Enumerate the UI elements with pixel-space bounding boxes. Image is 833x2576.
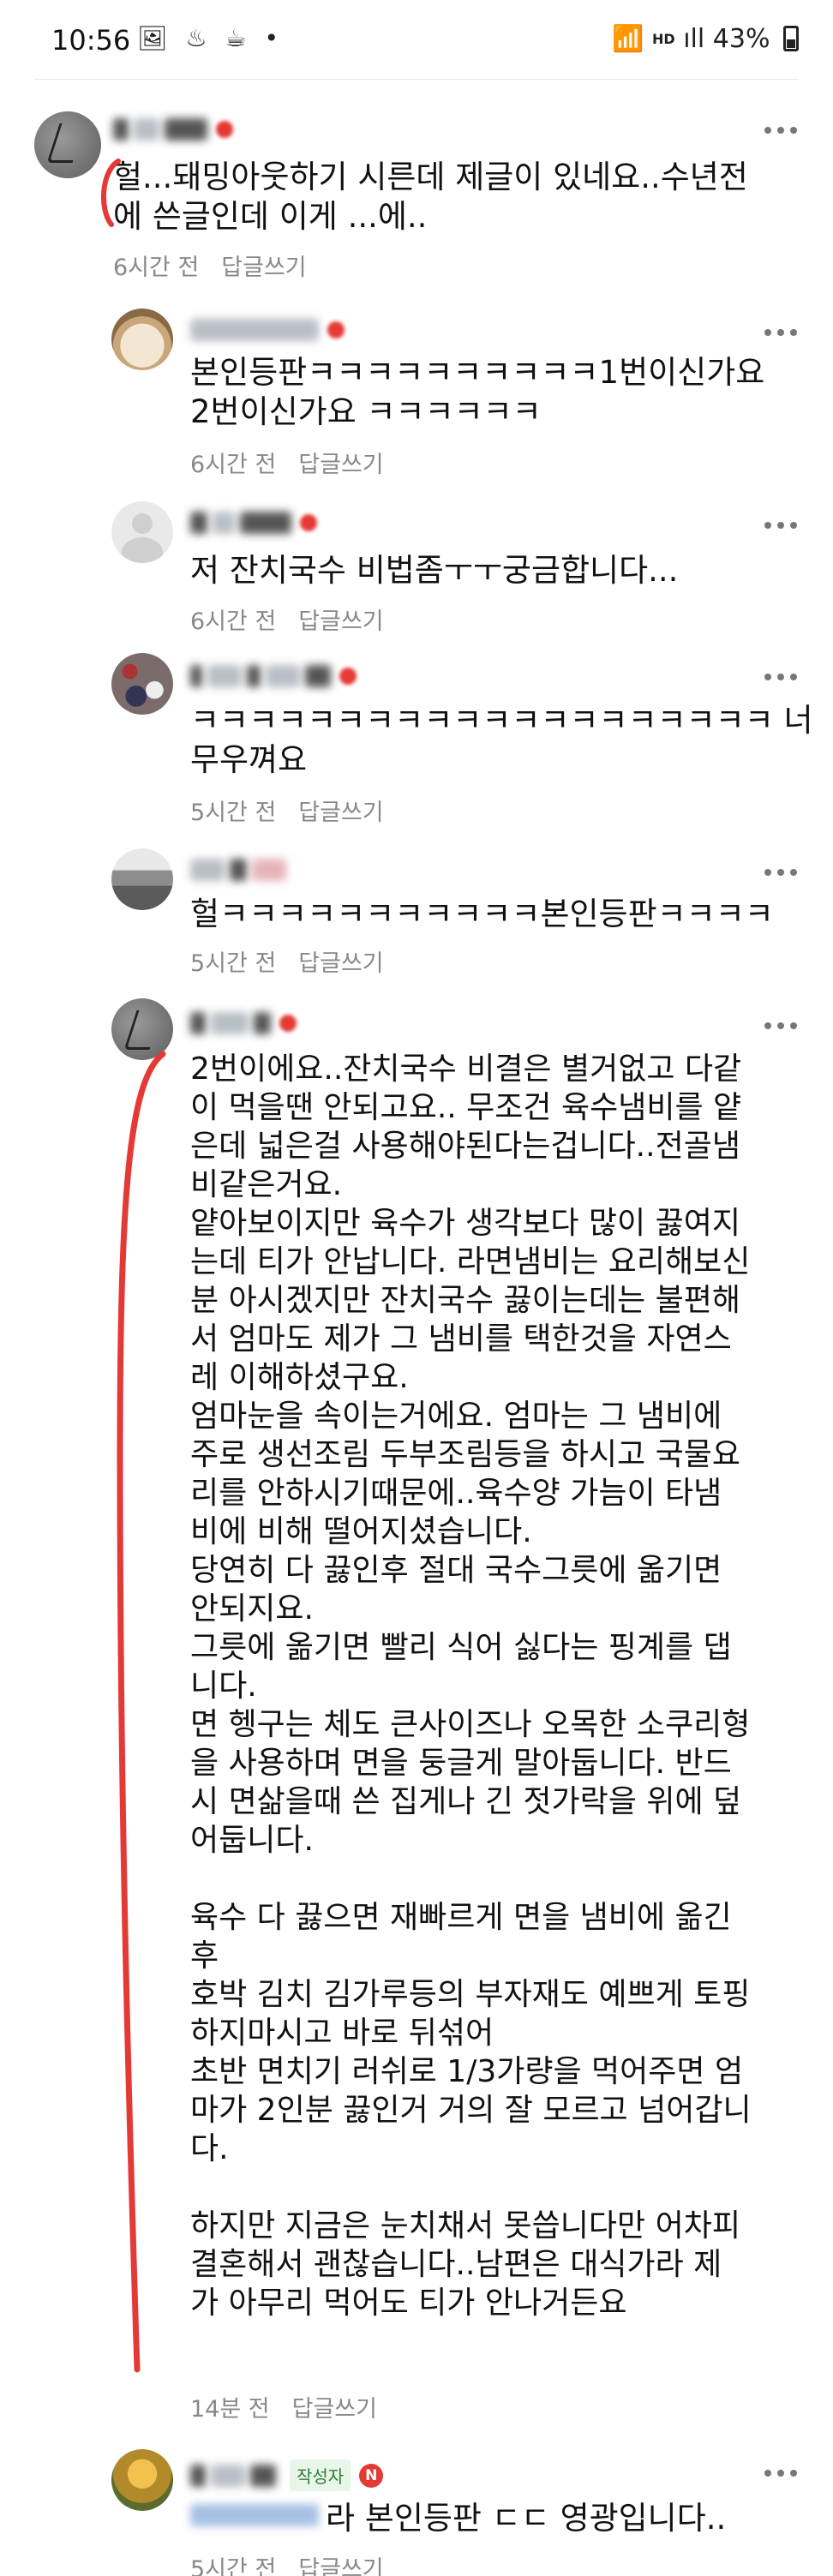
comment-meta: 14분 전 답글쓰기 [190, 2390, 377, 2423]
new-badge: N [359, 2463, 384, 2488]
author-name[interactable] [190, 859, 291, 888]
comment-text: 헐...돼밍아웃하기 시른데 제글이 있네요..수년전 에 쓴글인데 이게 ..… [113, 159, 748, 235]
notification-icons: 🖼 ♨ ☕ • [137, 24, 284, 52]
battery-icon [783, 26, 799, 51]
comment-text: 본인등판ㅋㅋㅋㅋㅋㅋㅋㅋㅋㅋ1번이신가요 2번이신가요 ㅋㅋㅋㅋㅋㅋ [190, 354, 765, 430]
comment-item: 본인등판ㅋㅋㅋㅋㅋㅋㅋㅋㅋㅋ1번이신가요 2번이신가요 ㅋㅋㅋㅋㅋㅋ 6시간 전… [0, 309, 833, 480]
comment-item: 2번이에요..잔치국수 비결은 별거없고 다같 이 먹을땐 안되고요.. 무조건… [0, 998, 833, 2423]
status-dot-icon [216, 121, 233, 138]
more-options-icon[interactable] [764, 668, 799, 686]
avatar[interactable] [34, 111, 101, 178]
avatar[interactable] [111, 848, 173, 910]
reply-button[interactable]: 답글쓰기 [298, 2556, 383, 2576]
author-name[interactable] [190, 512, 317, 541]
comment-time: 5시간 전 [190, 950, 277, 977]
avatar[interactable] [111, 653, 173, 715]
reply-button[interactable]: 답글쓰기 [298, 608, 383, 635]
more-options-icon[interactable] [764, 122, 799, 139]
comment-text: ㅋㅋㅋㅋㅋㅋㅋㅋㅋㅋㅋㅋㅋㅋㅋㅋㅋㅋㅋㅋ 너 무우껴요 [190, 702, 813, 778]
author-name[interactable] [190, 319, 345, 348]
comment-meta: 6시간 전 답글쓰기 [190, 446, 384, 479]
author-name[interactable] [190, 1012, 297, 1041]
comment-time: 6시간 전 [113, 255, 200, 281]
comment-time: 5시간 전 [190, 800, 277, 826]
comment-time: 6시간 전 [190, 608, 277, 635]
status-bar: 10:56 🖼 ♨ ☕ • 📶 HD ıll 43% [0, 0, 833, 77]
reply-button[interactable]: 답글쓰기 [298, 950, 383, 977]
more-options-icon[interactable] [764, 1017, 799, 1034]
status-dot-icon [279, 1015, 297, 1032]
comment-meta: 6시간 전 답글쓰기 [113, 249, 307, 282]
reply-button[interactable]: 답글쓰기 [221, 255, 306, 281]
comment-meta: 6시간 전 답글쓰기 [190, 602, 384, 636]
more-options-icon[interactable] [764, 2465, 799, 2482]
avatar[interactable] [111, 998, 173, 1060]
mention-tag[interactable] [190, 2504, 324, 2526]
more-options-icon[interactable] [764, 864, 799, 881]
author-name[interactable] [113, 118, 233, 147]
comment-item: 작성자 N 라 본인등판 ㄷㄷ 영광입니다.. 5시간 전 답글쓰기 [0, 2449, 833, 2576]
wifi-icon: 📶 [612, 24, 644, 54]
avatar-sketch [123, 1010, 163, 1050]
comment-meta: 5시간 전 답글쓰기 [190, 944, 384, 978]
more-options-icon[interactable] [764, 324, 799, 341]
hd-voice-icon: HD [651, 31, 675, 47]
status-dot-icon [327, 321, 345, 338]
author-name[interactable]: 작성자 N [190, 2459, 384, 2491]
comment-text: 헐ㅋㅋㅋㅋㅋㅋㅋㅋㅋㅋㅋ본인등판ㅋㅋㅋㅋ [190, 896, 774, 932]
system-status: 📶 HD ıll 43% [612, 24, 799, 54]
status-dot-icon [339, 668, 357, 685]
comment-meta: 5시간 전 답글쓰기 [190, 2550, 384, 2576]
comment-item: 헐...돼밍아웃하기 시른데 제글이 있네요..수년전 에 쓴글인데 이게 ..… [0, 105, 833, 293]
comment-item: 헐ㅋㅋㅋㅋㅋㅋㅋㅋㅋㅋㅋ본인등판ㅋㅋㅋㅋ 5시간 전 답글쓰기 [0, 848, 833, 977]
comment-text: 라 본인등판 ㄷㄷ 영광입니다.. [326, 2500, 727, 2537]
author-name[interactable] [190, 665, 357, 694]
header-divider [34, 79, 799, 80]
avatar[interactable] [111, 309, 173, 370]
clock: 10:56 [51, 24, 131, 57]
reply-button[interactable]: 답글쓰기 [298, 800, 383, 826]
comment-time: 6시간 전 [190, 452, 277, 478]
signal-icon: ıll [683, 24, 705, 54]
avatar[interactable] [111, 2449, 173, 2511]
comment-item: ㅋㅋㅋㅋㅋㅋㅋㅋㅋㅋㅋㅋㅋㅋㅋㅋㅋㅋㅋㅋ 너 무우껴요 5시간 전 답글쓰기 [0, 653, 833, 827]
avatar-sketch [46, 123, 86, 163]
avatar[interactable] [111, 501, 173, 563]
comment-meta: 5시간 전 답글쓰기 [190, 794, 384, 827]
status-dot-icon [300, 514, 317, 531]
reply-button[interactable]: 답글쓰기 [292, 2396, 377, 2423]
comment-text: 저 잔치국수 비법좀ㅜㅜ궁금합니다... [190, 552, 679, 589]
comment-time: 5시간 전 [190, 2556, 277, 2576]
comment-item: 저 잔치국수 비법좀ㅜㅜ궁금합니다... 6시간 전 답글쓰기 [0, 501, 833, 638]
reply-button[interactable]: 답글쓰기 [298, 452, 383, 478]
comment-text: 2번이에요..잔치국수 비결은 별거없고 다같 이 먹을땐 안되고요.. 무조건… [190, 1051, 752, 2321]
more-options-icon[interactable] [764, 517, 799, 534]
comment-time: 14분 전 [190, 2396, 270, 2423]
author-badge: 작성자 [290, 2459, 351, 2491]
battery-percent: 43% [712, 24, 770, 54]
